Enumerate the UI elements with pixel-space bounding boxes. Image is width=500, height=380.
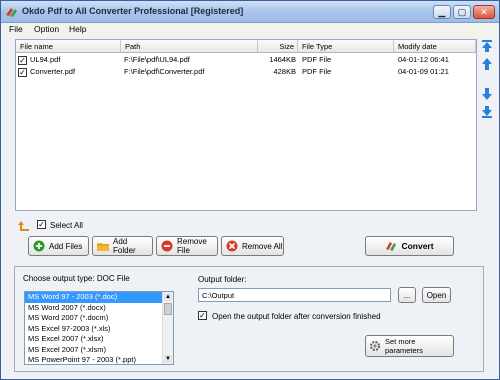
table-row[interactable]: ✓ UL94.pdf F:\File\pdf\UL94.pdf 1464KB P… [16, 54, 476, 66]
output-type-label: Choose output type: DOC File [23, 274, 130, 283]
convert-icon [386, 242, 397, 251]
file-name: UL94.pdf [30, 55, 61, 64]
move-bottom-icon[interactable] [480, 105, 494, 119]
open-button[interactable]: Open [422, 287, 451, 303]
minimize-icon: ▁ [438, 7, 446, 17]
app-logo-icon [6, 8, 17, 17]
file-type: PDF File [302, 55, 332, 64]
move-top-icon[interactable] [480, 39, 494, 53]
file-path: F:\File\pdf\UL94.pdf [124, 55, 190, 64]
open-after-checkbox[interactable]: ✓ [198, 311, 207, 321]
output-folder-input[interactable]: C:\Output [198, 288, 391, 302]
list-item[interactable]: MS Word 97 - 2003 (*.doc) [25, 292, 173, 303]
column-file-type[interactable]: File Type [298, 40, 394, 53]
select-all-checkbox[interactable]: ✓ [37, 220, 46, 230]
remove-icon [161, 240, 173, 252]
row-checkbox[interactable]: ✓ [18, 67, 27, 77]
scroll-down-icon[interactable]: ▼ [164, 355, 172, 363]
file-list[interactable]: File name Path Size File Type Modify dat… [15, 39, 477, 211]
title-bar[interactable]: Okdo Pdf to All Converter Professional [… [1, 1, 499, 23]
file-size: 428KB [273, 67, 296, 76]
maximize-icon: ▢ [457, 7, 467, 17]
move-up-icon[interactable] [480, 57, 494, 71]
add-files-button[interactable]: Add Files [28, 236, 89, 256]
up-folder-icon[interactable] [18, 220, 30, 231]
close-button[interactable]: ✕ [473, 5, 495, 19]
menu-help[interactable]: Help [69, 24, 86, 34]
list-item[interactable]: MS PowerPoint 97 - 2003 (*.ppt) [25, 355, 173, 364]
minimize-button[interactable]: ▁ [433, 5, 451, 19]
output-type-list[interactable]: MS Word 97 - 2003 (*.doc) MS Word 2007 (… [24, 291, 174, 365]
window-title: Okdo Pdf to All Converter Professional [… [22, 6, 244, 16]
remove-all-button[interactable]: Remove All [221, 236, 284, 256]
app-window: Okdo Pdf to All Converter Professional [… [0, 0, 500, 380]
scroll-up-icon[interactable]: ▲ [164, 293, 172, 301]
file-name: Converter.pdf [30, 67, 76, 76]
browse-label: ... [403, 290, 411, 300]
add-folder-button[interactable]: Add Folder [92, 236, 153, 256]
gear-icon [369, 340, 381, 352]
table-row[interactable]: ✓ Converter.pdf F:\File\pdf\Converter.pd… [16, 66, 476, 78]
row-checkbox[interactable]: ✓ [18, 55, 27, 65]
add-files-label: Add Files [49, 241, 83, 251]
file-date: 04-01-12 06:41 [398, 55, 449, 64]
open-after-label: Open the output folder after conversion … [212, 312, 381, 321]
file-path: F:\File\pdf\Converter.pdf [124, 67, 205, 76]
browse-button[interactable]: ... [398, 287, 416, 303]
move-down-icon[interactable] [480, 87, 494, 101]
open-label: Open [426, 290, 447, 300]
list-item[interactable]: MS Excel 2007 (*.xlsx) [25, 334, 173, 345]
list-item[interactable]: MS Excel 2007 (*.xlsm) [25, 345, 173, 356]
select-all-label: Select All [50, 221, 83, 230]
menu-file[interactable]: File [9, 24, 23, 34]
list-item[interactable]: MS Word 2007 (*.docx) [25, 303, 173, 314]
file-type: PDF File [302, 67, 332, 76]
column-size[interactable]: Size [258, 40, 298, 53]
remove-all-label: Remove All [242, 241, 283, 251]
maximize-button[interactable]: ▢ [453, 5, 471, 19]
file-size: 1464KB [269, 55, 296, 64]
list-item[interactable]: MS Word 2007 (*.docm) [25, 313, 173, 324]
type-list-scrollbar[interactable]: ▲ ▼ [162, 292, 173, 364]
delete-icon [226, 240, 238, 252]
scroll-thumb[interactable] [164, 303, 172, 315]
output-folder-label: Output folder: [198, 275, 247, 284]
close-icon: ✕ [480, 7, 488, 17]
set-parameters-button[interactable]: Set more parameters [365, 335, 454, 357]
add-folder-label: Add Folder [113, 237, 136, 255]
menu-option[interactable]: Option [34, 24, 59, 34]
menu-bar: File Option Help [1, 23, 499, 37]
column-path[interactable]: Path [121, 40, 258, 53]
convert-button[interactable]: Convert [365, 236, 454, 256]
column-file-name[interactable]: File name [16, 40, 121, 53]
remove-file-label: Remove File [177, 237, 207, 255]
add-icon [33, 240, 45, 252]
set-parameters-label: Set more parameters [385, 337, 423, 355]
column-modify-date[interactable]: Modify date [394, 40, 476, 53]
file-date: 04-01-09 01:21 [398, 67, 449, 76]
folder-icon [97, 243, 109, 251]
remove-file-button[interactable]: Remove File [156, 236, 218, 256]
convert-label: Convert [401, 241, 434, 251]
list-item[interactable]: MS Excel 97-2003 (*.xls) [25, 324, 173, 335]
